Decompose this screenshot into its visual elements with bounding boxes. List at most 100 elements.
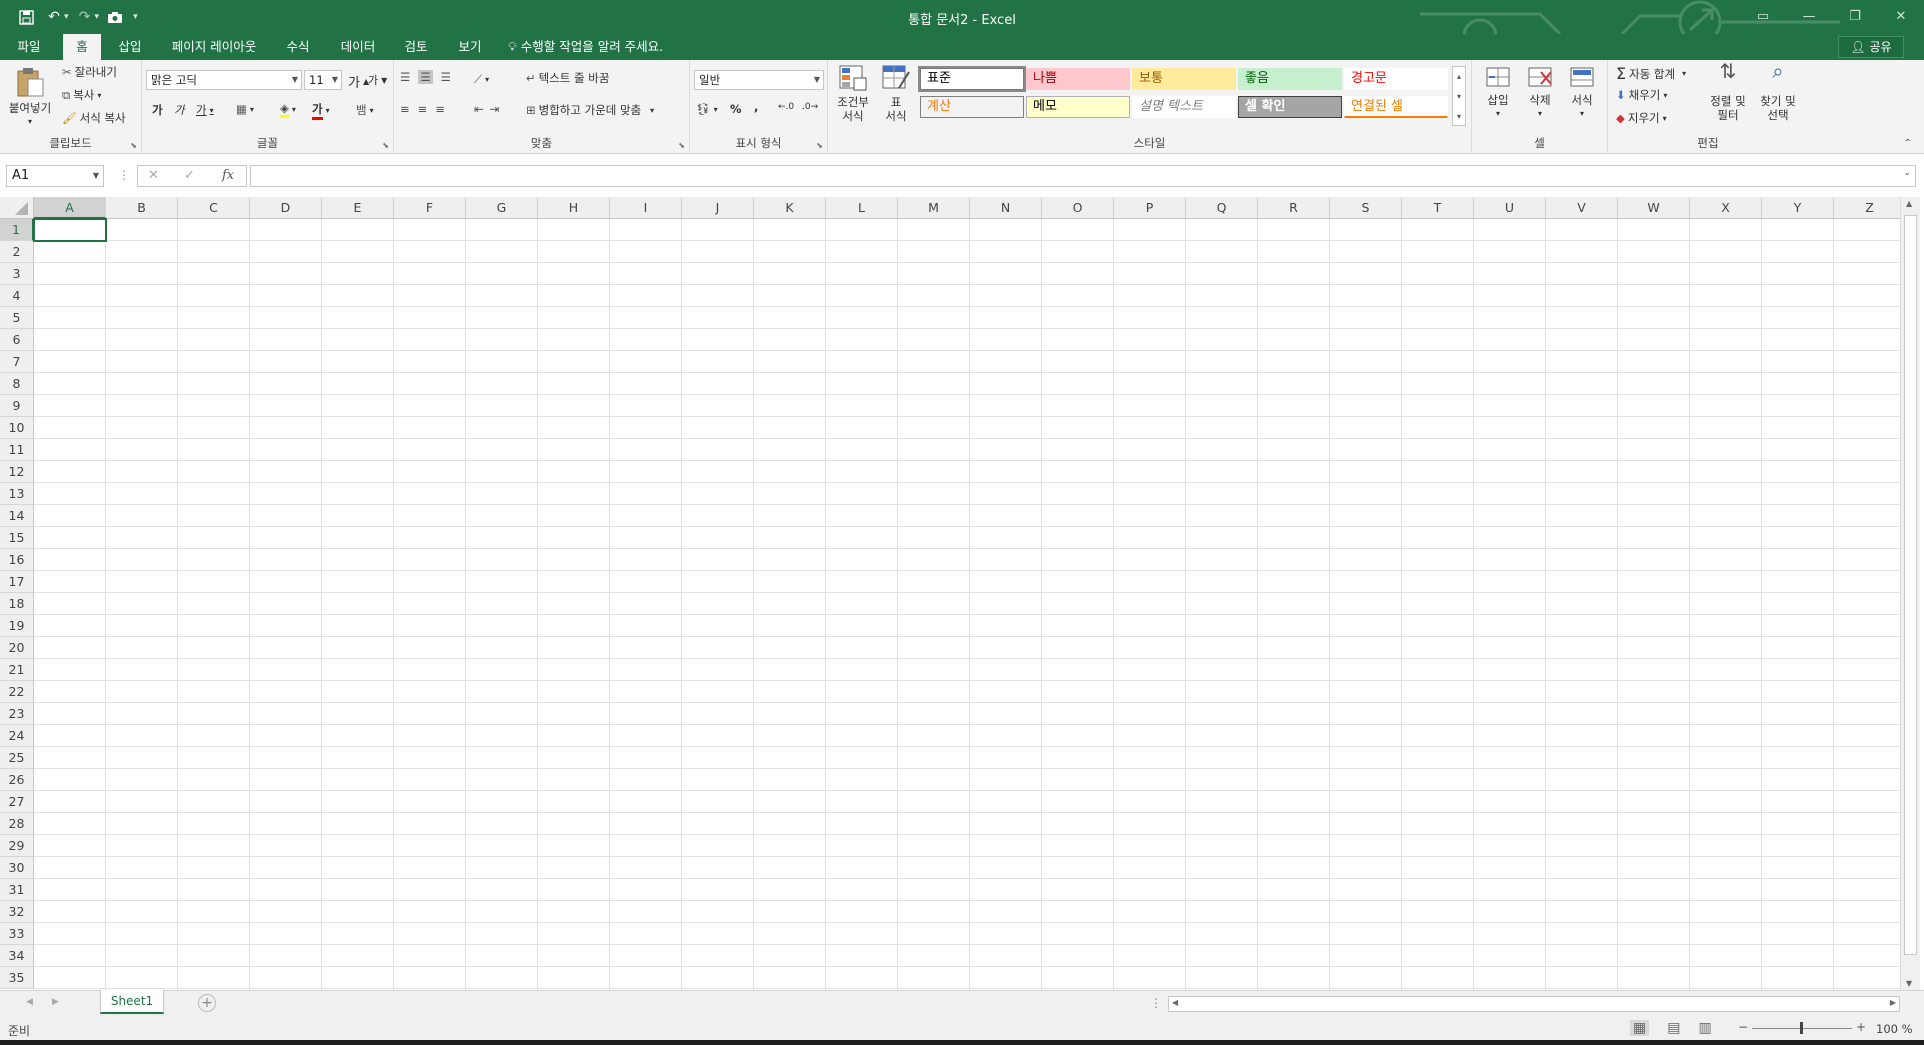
row-header-32[interactable]: 32 [0, 901, 34, 923]
delete-cells-button[interactable]: 삭제 ▾ [1522, 64, 1558, 121]
cell-area[interactable] [34, 219, 1900, 990]
row-header-4[interactable]: 4 [0, 285, 34, 307]
tell-me-box[interactable]: 💡︎ 수행할 작업을 알려 주세요. [508, 34, 663, 60]
zoom-in-icon[interactable]: + [1856, 1020, 1866, 1034]
cell-style-1[interactable]: 나쁨 [1026, 68, 1130, 90]
row-header-11[interactable]: 11 [0, 439, 34, 461]
column-header-x[interactable]: X [1690, 197, 1762, 219]
share-button[interactable]: 👤︎ 공유 [1838, 36, 1904, 58]
number-format-select[interactable]: 일반 ▼ [694, 70, 824, 90]
column-header-r[interactable]: R [1258, 197, 1330, 219]
tab-insert[interactable]: 삽입 [110, 34, 150, 60]
decrease-decimal-button[interactable]: .0→ [802, 102, 818, 112]
collapse-ribbon-icon[interactable]: ⌃ [1904, 138, 1912, 149]
vertical-scrollbar[interactable]: ▲ ▼ [1900, 197, 1920, 990]
enter-icon[interactable]: ✓ [184, 168, 195, 183]
column-header-j[interactable]: J [682, 197, 754, 219]
row-header-34[interactable]: 34 [0, 945, 34, 967]
next-sheet-icon[interactable]: ▶ [52, 997, 59, 1007]
row-header-30[interactable]: 30 [0, 857, 34, 879]
cancel-icon[interactable]: ✕ [148, 168, 159, 183]
close-icon[interactable]: ✕ [1878, 0, 1924, 32]
cell-style-3[interactable]: 좋음 [1238, 68, 1342, 90]
phonetic-button[interactable]: 뱀 ▾ [356, 102, 374, 118]
row-header-6[interactable]: 6 [0, 329, 34, 351]
tab-formulas[interactable]: 수식 [278, 34, 318, 60]
row-header-25[interactable]: 25 [0, 747, 34, 769]
column-header-u[interactable]: U [1474, 197, 1546, 219]
ribbon-display-icon[interactable]: ▭ [1740, 0, 1786, 32]
align-left-icon[interactable]: ≡ [400, 102, 410, 116]
column-header-a[interactable]: A [34, 197, 106, 219]
column-header-q[interactable]: Q [1186, 197, 1258, 219]
row-header-7[interactable]: 7 [0, 351, 34, 373]
column-header-f[interactable]: F [394, 197, 466, 219]
font-name-select[interactable]: 맑은 고딕 ▼ [146, 70, 302, 90]
prev-sheet-icon[interactable]: ◀ [26, 997, 33, 1007]
column-header-g[interactable]: G [466, 197, 538, 219]
tab-split-icon[interactable]: ⋮ [1150, 996, 1162, 1010]
italic-button[interactable]: 가 [174, 102, 185, 118]
border-button[interactable]: ▦ ▾ [236, 102, 254, 116]
selected-cell[interactable] [33, 218, 107, 242]
grow-font-button[interactable]: 가 ▲ [348, 72, 369, 91]
zoom-slider-thumb[interactable] [1800, 1022, 1803, 1034]
cell-style-0[interactable]: 표준 [918, 66, 1026, 92]
paste-button[interactable]: 붙여넣기 ▾ [4, 66, 56, 129]
row-header-20[interactable]: 20 [0, 637, 34, 659]
column-header-s[interactable]: S [1330, 197, 1402, 219]
scroll-up-icon[interactable]: ▲ [1906, 199, 1912, 208]
horizontal-scrollbar[interactable]: ◀ ▶ [1168, 996, 1900, 1012]
clear-button[interactable]: ◆ 지우기 ▾ [1616, 110, 1667, 126]
row-header-3[interactable]: 3 [0, 263, 34, 285]
merge-center-button[interactable]: ⊞ 병합하고 가운데 맞춤 ▾ [526, 102, 654, 118]
row-header-15[interactable]: 15 [0, 527, 34, 549]
font-size-select[interactable]: 11 ▼ [304, 70, 342, 90]
align-top-icon[interactable]: ☰ [400, 70, 410, 84]
sort-filter-button[interactable]: ⇅ 정렬 및 필터 [1704, 61, 1752, 122]
column-header-w[interactable]: W [1618, 197, 1690, 219]
row-header-33[interactable]: 33 [0, 923, 34, 945]
zoom-level[interactable]: 100 % [1876, 1022, 1913, 1036]
increase-indent-icon[interactable]: ⇥ [490, 102, 500, 116]
cell-style-5[interactable]: 계산 [920, 96, 1024, 118]
tab-review[interactable]: 검토 [396, 34, 436, 60]
formula-input[interactable]: ⌄ [250, 165, 1916, 187]
tab-home[interactable]: 홈 [63, 34, 101, 60]
tab-view[interactable]: 보기 [450, 34, 490, 60]
cell-style-4[interactable]: 경고문 [1344, 68, 1448, 90]
gallery-more-icon[interactable]: ▾ [1453, 107, 1465, 127]
row-header-29[interactable]: 29 [0, 835, 34, 857]
expand-formula-icon[interactable]: ⌄ [1903, 168, 1911, 178]
cell-style-2[interactable]: 보통 [1132, 68, 1236, 90]
row-header-14[interactable]: 14 [0, 505, 34, 527]
gallery-scroll[interactable]: ▴ ▾ ▾ [1452, 66, 1466, 126]
bold-button[interactable]: 가 [152, 102, 163, 118]
find-select-button[interactable]: ⌕ 찾기 및 선택 [1754, 61, 1802, 122]
cut-button[interactable]: ✂ 잘라내기 [62, 64, 117, 80]
row-header-13[interactable]: 13 [0, 483, 34, 505]
number-launcher-icon[interactable]: ⬊ [816, 141, 823, 150]
scroll-right-icon[interactable]: ▶ [1890, 998, 1896, 1007]
column-header-y[interactable]: Y [1762, 197, 1834, 219]
wrap-text-button[interactable]: ↵ 텍스트 줄 바꿈 [526, 70, 609, 86]
column-header-p[interactable]: P [1114, 197, 1186, 219]
column-header-i[interactable]: I [610, 197, 682, 219]
cell-style-8[interactable]: 셀 확인 [1238, 96, 1342, 118]
autosum-button[interactable]: Σ 자동 합계 ▾ [1616, 64, 1686, 83]
select-all-corner[interactable] [0, 197, 34, 219]
scroll-left-icon[interactable]: ◀ [1172, 998, 1178, 1007]
row-header-22[interactable]: 22 [0, 681, 34, 703]
row-header-9[interactable]: 9 [0, 395, 34, 417]
decrease-indent-icon[interactable]: ⇤ [474, 102, 484, 116]
row-header-24[interactable]: 24 [0, 725, 34, 747]
column-header-o[interactable]: O [1042, 197, 1114, 219]
column-header-d[interactable]: D [250, 197, 322, 219]
gallery-up-icon[interactable]: ▴ [1453, 67, 1465, 87]
underline-button[interactable]: 가 ▾ [196, 102, 214, 118]
percent-button[interactable]: % [730, 102, 742, 116]
column-header-b[interactable]: B [106, 197, 178, 219]
zoom-out-icon[interactable]: − [1738, 1020, 1748, 1034]
row-header-23[interactable]: 23 [0, 703, 34, 725]
row-header-19[interactable]: 19 [0, 615, 34, 637]
